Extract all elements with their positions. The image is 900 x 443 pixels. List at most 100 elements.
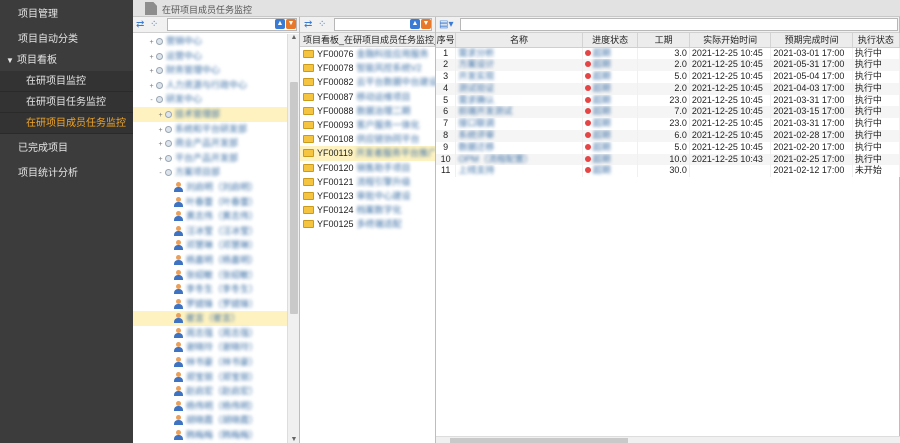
tree-node[interactable]: - 研发中心 <box>133 92 287 107</box>
tree-node[interactable]: 刘启明（刘启明） <box>133 180 287 195</box>
task-duration: 10.0 <box>637 153 690 166</box>
project-row[interactable]: YF00093 客户服务一体化 <box>300 118 435 132</box>
table-row[interactable]: 10 OPM（流程配置） 超期 10.0 2021-12-25 10:43 2021-02… <box>436 153 900 166</box>
tree-node[interactable]: 汪冰莹（汪冰莹） <box>133 224 287 239</box>
refresh-icon[interactable]: ⇄ <box>304 19 312 31</box>
tree-node[interactable]: + 技术管理部 <box>133 106 287 122</box>
search-prev-button[interactable]: ▲ <box>275 19 285 29</box>
grid-horizontal-scrollbar[interactable] <box>436 436 900 443</box>
actual-start-time: 2021-12-25 10:45 <box>689 118 772 131</box>
project-row[interactable]: YF00076 金融科技应用服务 <box>300 47 435 61</box>
project-row[interactable]: YF00123 审批中心建设 <box>300 189 435 203</box>
column-header[interactable]: 实际开始时间 <box>689 33 772 48</box>
search-prev-button[interactable]: ▲ <box>410 19 420 29</box>
table-row[interactable]: 4 测试验证 超期 2.0 2021-12-25 10:45 2021-04-03 17:… <box>436 82 900 95</box>
sidebar-item[interactable]: 已完成项目 <box>0 138 133 159</box>
tree-node[interactable]: 郑宝丽（郑宝丽） <box>133 370 287 385</box>
tree-node[interactable]: 李冬生（李冬生） <box>133 282 287 297</box>
project-list-header: 项目看板_在研项目成员任务监控_I <box>300 33 435 47</box>
project-row[interactable]: YF00108 供应链协同平台 <box>300 132 435 146</box>
column-header[interactable]: 预期完成时间 <box>770 33 853 48</box>
table-row[interactable]: 11 上线支持 超期 30.0 2021-02-12 17:00 未开始 <box>436 165 900 178</box>
scroll-up-icon[interactable]: ▲ <box>288 34 300 41</box>
tree-scrollbar[interactable]: ▲ ▼ <box>287 34 299 443</box>
column-header[interactable]: 进度状态 <box>582 33 639 48</box>
search-next-button[interactable]: ▼ <box>421 19 431 29</box>
column-header[interactable]: 序号 <box>436 33 457 48</box>
tree-node[interactable]: 张绍敏（张绍敏） <box>133 268 287 283</box>
project-row[interactable]: YF00087 移动运维项目 <box>300 90 435 104</box>
tree-node[interactable]: + 平台产品开发部 <box>133 151 287 166</box>
project-row[interactable]: YF00088 数据治理二期 <box>300 104 435 118</box>
project-row[interactable]: YF00119 开发者服务平台推广 <box>300 146 435 161</box>
project-row[interactable]: YF00120 销售助手项目 <box>300 161 435 175</box>
task-name-text: 方案设计 <box>458 59 495 70</box>
column-header[interactable]: 工期 <box>637 33 690 48</box>
table-row[interactable]: 8 系统评审 超期 6.0 2021-12-25 10:45 2021-02-28 17:… <box>436 130 900 142</box>
table-row[interactable]: 7 接口联调 超期 23.0 2021-12-25 10:45 2021-03-31 17… <box>436 118 900 131</box>
columns-menu-icon[interactable]: ▤▾ <box>439 19 453 31</box>
project-row[interactable]: YF00124 档案数字化 <box>300 203 435 217</box>
tree-node[interactable]: 叶春蕾（叶春蕾） <box>133 195 287 210</box>
project-row[interactable]: YF00125 多终端适配 <box>300 217 435 231</box>
tree-node[interactable]: - 方案项目部 <box>133 165 287 180</box>
expand-all-icon[interactable]: ⁘ <box>150 19 158 31</box>
person-icon <box>174 342 183 353</box>
sidebar-item[interactable]: 项目统计分析 <box>0 163 133 184</box>
tree-node[interactable]: 杨伟明（杨伟明） <box>133 399 287 414</box>
tree-node[interactable]: + 人力资源与行政中心 <box>133 78 287 93</box>
expand-all-icon[interactable]: ⁘ <box>318 19 326 31</box>
sidebar-item[interactable]: 在研项目任务监控 <box>0 92 133 113</box>
tree-node[interactable]: + 系统和平台研发部 <box>133 122 287 137</box>
tree-node[interactable]: 胡晓霞（胡晓霞） <box>133 413 287 428</box>
sidebar-item[interactable]: 在研项目成员任务监控 <box>0 113 133 134</box>
table-row[interactable]: 6 前端开发测试 超期 7.0 2021-12-25 10:45 2021-03-15 1… <box>436 106 900 119</box>
tree-node[interactable]: 周志强（周志强） <box>133 326 287 341</box>
table-row[interactable]: 5 需求确认 超期 23.0 2021-12-25 10:45 2021-03-31 17… <box>436 94 900 107</box>
task-name-text: 测试验证 <box>458 82 495 93</box>
scrollbar-thumb[interactable] <box>450 438 628 443</box>
column-header[interactable]: 名称 <box>455 33 583 48</box>
person-icon <box>174 386 183 397</box>
scroll-down-icon[interactable]: ▼ <box>288 436 300 443</box>
tree-node[interactable]: + 商业产品开发部 <box>133 136 287 151</box>
table-row[interactable]: 2 方案设计 超期 2.0 2021-12-25 10:45 2021-05-31 17:… <box>436 59 900 72</box>
progress-status: 超期 <box>582 94 639 107</box>
sidebar-item[interactable]: 项目管理 <box>0 4 133 25</box>
row-number: 1 <box>436 47 457 60</box>
tree-node[interactable]: 邓慧琳（邓慧琳） <box>133 238 287 253</box>
search-next-button[interactable]: ▼ <box>286 19 296 29</box>
overdue-icon <box>584 143 591 150</box>
scrollbar-thumb[interactable] <box>290 82 298 314</box>
table-row[interactable]: 9 数据迁移 超期 5.0 2021-12-25 10:45 2021-02-20 17:… <box>436 141 900 154</box>
tree-node[interactable]: 黄志伟（黄志伟） <box>133 209 287 224</box>
tree-node[interactable]: + 运营中心 <box>133 49 287 64</box>
project-row[interactable]: YF00121 流程引擎升级 <box>300 175 435 189</box>
table-row[interactable]: 1 需求分析 超期 3.0 2021-12-25 10:45 2021-03-01 17:… <box>436 47 900 60</box>
sidebar-item[interactable]: 项目自动分类 <box>0 29 133 50</box>
column-header[interactable]: 执行状态 <box>852 33 900 48</box>
tree-node[interactable]: 韩梅梅（韩梅梅） <box>133 428 287 443</box>
sidebar-item-label: 项目看板 <box>17 55 57 66</box>
task-name-text: 前端开发测试 <box>458 106 513 117</box>
grid-filter-input[interactable] <box>460 18 898 31</box>
tree-node[interactable]: 谢晓玲（谢晓玲） <box>133 340 287 355</box>
sidebar-item[interactable]: 在研项目监控 <box>0 71 133 92</box>
task-name-text: 数据迁移 <box>458 141 495 152</box>
project-name: 智能风控系统V2 <box>356 63 422 74</box>
table-row[interactable]: 3 开发实现 超期 5.0 2021-12-25 10:45 2021-05-04 17:… <box>436 71 900 83</box>
tree-node[interactable]: 赵启宏（赵启宏） <box>133 384 287 399</box>
sidebar-item[interactable]: ▼ 项目看板 <box>0 50 133 71</box>
project-row[interactable]: YF00078 智能风控系统V2 <box>300 61 435 75</box>
tree-node[interactable]: 林书豪（林书豪） <box>133 355 287 370</box>
tree-node[interactable]: + 财务管理中心 <box>133 63 287 78</box>
task-name: 测试验证 <box>455 82 583 95</box>
overdue-icon <box>584 96 591 103</box>
tree-node[interactable]: 罗婧锋（罗婧锋） <box>133 297 287 312</box>
refresh-icon[interactable]: ⇄ <box>136 19 144 31</box>
task-name: 需求分析 <box>455 47 583 60</box>
project-row[interactable]: YF00082 云平台数据中台建设 <box>300 75 435 89</box>
tree-node[interactable]: 崔言（崔言） <box>133 311 287 326</box>
tree-node[interactable]: 杨嘉明（杨嘉明） <box>133 253 287 268</box>
tree-node[interactable]: + 营销中心 <box>133 34 287 49</box>
